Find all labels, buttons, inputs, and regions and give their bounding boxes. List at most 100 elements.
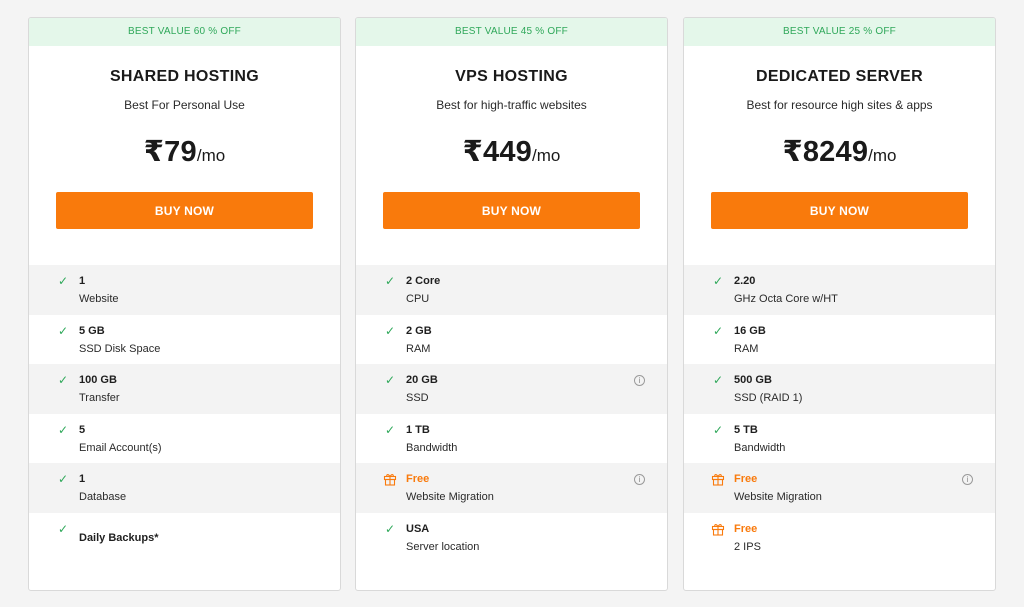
plan-price: ₹79/mo — [29, 134, 340, 168]
check-icon: ✓ — [57, 373, 69, 388]
feature-value: 5 GB — [79, 324, 105, 337]
feature-row: ✓ 1 Website — [29, 265, 340, 315]
discount-badge: BEST VALUE 60 % OFF — [29, 18, 340, 46]
feature-row: ✓ 2.20 GHz Octa Core w/HT — [684, 265, 995, 315]
feature-row: ✓ 1 TB Bandwidth — [356, 414, 667, 464]
feature-label: Database — [79, 491, 127, 504]
feature-label: Email Account(s) — [79, 441, 162, 454]
plan-subtitle: Best for high-traffic websites — [436, 98, 587, 112]
feature-label: Transfer — [79, 392, 120, 405]
gift-icon — [383, 472, 397, 486]
feature-row: ✓ 1 Database — [29, 463, 340, 513]
plan-subtitle: Best For Personal Use — [124, 98, 245, 112]
feature-row: ✓ 5 TB Bandwidth — [684, 414, 995, 464]
feature-row: ✓ USA Server location — [356, 513, 667, 563]
feature-row: ✓ 100 GB Transfer — [29, 364, 340, 414]
feature-list: ✓ 1 Website ✓ 5 GB SSD Disk Space ✓ 100 … — [29, 265, 340, 563]
feature-label: SSD — [406, 392, 429, 405]
price-amount: ₹8249 — [782, 136, 869, 168]
feature-row: Free 2 IPS — [684, 513, 995, 563]
price-amount: ₹79 — [143, 136, 197, 168]
feature-row: ✓ 20 GB SSD i — [356, 364, 667, 414]
feature-label: Website Migration — [734, 491, 822, 504]
feature-label: Bandwidth — [406, 441, 458, 454]
feature-label: CPU — [406, 293, 430, 305]
feature-list: ✓ 2.20 GHz Octa Core w/HT ✓ 16 GB RAM ✓ … — [684, 265, 995, 563]
plan-card-vps-hosting: BEST VALUE 45 % OFF VPS HOSTING Best for… — [355, 17, 668, 591]
feature-value: 100 GB — [79, 374, 117, 387]
check-icon: ✓ — [384, 373, 396, 388]
check-icon: ✓ — [384, 323, 396, 338]
check-icon: ✓ — [712, 373, 724, 388]
price-period: /mo — [868, 146, 897, 165]
check-icon: ✓ — [384, 521, 396, 536]
feature-value: 1 — [79, 275, 86, 287]
check-icon: ✓ — [712, 422, 724, 437]
feature-label: RAM — [406, 342, 431, 355]
feature-label: GHz Octa Core w/HT — [734, 293, 838, 305]
feature-label: Website — [79, 293, 119, 305]
feature-value: Free — [734, 473, 758, 486]
feature-label: Server location — [406, 540, 480, 553]
feature-label: Website Migration — [406, 491, 494, 504]
check-icon: ✓ — [384, 422, 396, 437]
feature-row: ✓ 5 GB SSD Disk Space — [29, 315, 340, 365]
plan-price: ₹8249/mo — [684, 134, 995, 168]
discount-badge: BEST VALUE 45 % OFF — [356, 18, 667, 46]
check-icon: ✓ — [57, 422, 69, 437]
feature-label: Bandwidth — [734, 441, 786, 454]
feature-value: 1 — [79, 473, 86, 486]
feature-value: 2 GB — [406, 324, 432, 337]
feature-value: 2 Core — [406, 275, 441, 287]
price-period: /mo — [196, 146, 226, 165]
plan-title: SHARED HOSTING — [109, 68, 260, 85]
feature-list: ✓ 2 Core CPU ✓ 2 GB RAM ✓ 20 GB SSD i ✓ … — [356, 265, 667, 563]
feature-value: 5 — [79, 423, 86, 436]
info-icon[interactable]: i — [634, 474, 645, 486]
feature-value: 500 GB — [734, 374, 772, 387]
plan-subtitle: Best for resource high sites & apps — [746, 98, 933, 112]
feature-row: ✓ 500 GB SSD (RAID 1) — [684, 364, 995, 414]
check-icon: ✓ — [57, 323, 69, 338]
feature-value: 5 TB — [734, 423, 758, 436]
price-amount: ₹449 — [462, 136, 533, 168]
feature-row: ✓ Daily Backups* — [29, 513, 340, 563]
info-icon[interactable]: i — [634, 375, 645, 387]
feature-label: SSD Disk Space — [79, 342, 161, 355]
discount-badge: BEST VALUE 25 % OFF — [684, 18, 995, 46]
feature-value: 2.20 — [734, 275, 756, 287]
plan-title: VPS HOSTING — [455, 68, 568, 85]
plan-title: DEDICATED SERVER — [756, 68, 923, 85]
feature-row: Free Website Migration i — [356, 463, 667, 513]
plan-card-dedicated-server: BEST VALUE 25 % OFF DEDICATED SERVER Bes… — [683, 17, 996, 591]
feature-value: Daily Backups* — [79, 531, 159, 544]
pricing-plans: BEST VALUE 60 % OFF SHARED HOSTING Best … — [0, 0, 1024, 607]
feature-value: Free — [406, 473, 430, 486]
feature-value: 1 TB — [406, 423, 430, 436]
check-icon: ✓ — [712, 323, 724, 338]
info-icon[interactable]: i — [962, 474, 973, 486]
feature-value: 16 GB — [734, 324, 766, 337]
feature-value: USA — [406, 522, 430, 535]
buy-now-button[interactable]: BUY NOW — [56, 192, 313, 229]
check-icon: ✓ — [57, 274, 69, 288]
price-period: /mo — [532, 146, 561, 165]
feature-row: ✓ 2 GB RAM — [356, 315, 667, 365]
check-icon: ✓ — [57, 472, 69, 487]
feature-row: Free Website Migration i — [684, 463, 995, 513]
buy-now-button[interactable]: BUY NOW — [711, 192, 968, 229]
buy-now-button[interactable]: BUY NOW — [383, 192, 640, 229]
check-icon: ✓ — [384, 274, 396, 288]
plan-price: ₹449/mo — [356, 134, 667, 168]
plan-card-shared-hosting: BEST VALUE 60 % OFF SHARED HOSTING Best … — [28, 17, 341, 591]
gift-icon — [711, 472, 725, 486]
feature-label: SSD (RAID 1) — [734, 392, 803, 405]
check-icon: ✓ — [57, 521, 69, 536]
feature-label: 2 IPS — [734, 540, 761, 553]
feature-row: ✓ 16 GB RAM — [684, 315, 995, 365]
feature-value: 20 GB — [406, 374, 438, 387]
check-icon: ✓ — [712, 274, 724, 288]
feature-value: Free — [734, 522, 758, 535]
feature-row: ✓ 5 Email Account(s) — [29, 414, 340, 464]
feature-label: RAM — [734, 342, 759, 355]
